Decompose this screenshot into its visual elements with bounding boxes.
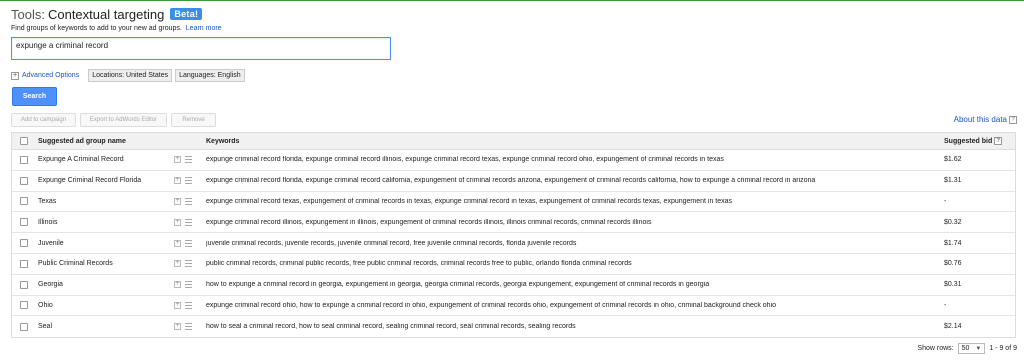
bid-cell: $1.62	[944, 156, 962, 164]
list-icon[interactable]	[185, 239, 192, 247]
expand-plus-icon[interactable]: +	[174, 197, 181, 205]
learn-more-link[interactable]: Learn more	[186, 25, 222, 32]
ad-group-name: Juvenile	[38, 239, 64, 247]
table-row: Expunge Criminal Record Florida + expunge …	[12, 171, 1015, 192]
bid-cell: -	[944, 197, 947, 205]
header-keywords: Keywords	[206, 137, 240, 145]
row-checkbox[interactable]	[20, 218, 28, 227]
header-name[interactable]: Suggested ad group name	[36, 138, 174, 145]
bid-cell: $0.32	[944, 218, 962, 226]
list-icon[interactable]	[185, 156, 192, 164]
row-checkbox[interactable]	[20, 280, 28, 289]
list-icon[interactable]	[185, 281, 192, 289]
pagination-footer: Show rows: 50 ▼ 1 - 9 of 9	[917, 343, 1017, 354]
row-checkbox[interactable]	[20, 322, 28, 331]
header-bid-label: Suggested bid	[944, 137, 993, 145]
ad-group-name: Public Criminal Records	[38, 260, 113, 268]
table-row: Public Criminal Records + public criminal …	[12, 254, 1015, 275]
row-checkbox[interactable]	[20, 259, 28, 268]
page-header: Tools: Contextual targeting Beta! Find g…	[11, 6, 222, 33]
keyword-search-input[interactable]: expunge a criminal record	[11, 37, 391, 60]
page-title: Contextual targeting	[47, 6, 165, 22]
bid-cell: $1.74	[944, 239, 962, 247]
results-table: Suggested ad group name Keywords Suggest…	[11, 132, 1016, 339]
ad-group-name: Ohio	[38, 301, 53, 309]
keywords-cell: expunge criminal record illinois, expung…	[206, 218, 652, 226]
expand-plus-icon[interactable]: +	[174, 156, 181, 164]
bid-cell: -	[944, 301, 947, 309]
row-checkbox[interactable]	[20, 301, 28, 310]
search-button[interactable]: Search	[12, 87, 57, 106]
row-checkbox[interactable]	[20, 155, 28, 164]
about-data[interactable]: About this data ?	[954, 115, 1017, 124]
expand-plus-icon[interactable]: +	[174, 239, 181, 247]
table-row: Georgia + how to expunge a criminal record…	[12, 275, 1015, 296]
chevron-down-icon: ▼	[975, 345, 982, 352]
ad-group-name: Seal	[38, 323, 53, 331]
list-icon[interactable]	[185, 301, 192, 309]
ad-group-name: Expunge Criminal Record Florida	[38, 177, 142, 185]
options-row: + Advanced Options Locations: United Sta…	[11, 69, 248, 82]
rows-value: 50	[961, 345, 970, 352]
list-icon[interactable]	[185, 323, 192, 331]
list-icon[interactable]	[185, 260, 192, 268]
table-row: Ohio + expunge criminal record ohio, how t…	[12, 296, 1015, 317]
language-chip[interactable]: Languages: English	[175, 69, 245, 82]
keywords-cell: expunge criminal record florida, expunge…	[206, 177, 816, 185]
header-bid: Suggested bid ?	[944, 137, 1015, 145]
show-rows-label: Show rows:	[917, 345, 954, 352]
table-row: Juvenile + juvenile criminal records, juve…	[12, 233, 1015, 254]
tools-prefix: Tools:	[11, 6, 45, 22]
remove-button[interactable]: Remove	[171, 113, 216, 127]
table-row: Expunge A Criminal Record + expunge crimin…	[12, 150, 1015, 171]
expand-plus-icon[interactable]: +	[174, 177, 181, 185]
row-checkbox[interactable]	[20, 239, 28, 248]
export-editor-button[interactable]: Export to AdWords Editor	[80, 113, 167, 127]
help-icon[interactable]: ?	[1009, 115, 1017, 124]
about-data-link[interactable]: About this data	[954, 115, 1007, 124]
subtitle-text: Find groups of keywords to add to your n…	[11, 25, 182, 32]
expand-plus-icon[interactable]: +	[174, 218, 181, 226]
keywords-cell: how to expunge a criminal record in geor…	[206, 281, 710, 289]
expand-plus-icon[interactable]: +	[174, 260, 181, 268]
rows-per-page-select[interactable]: 50 ▼	[957, 343, 986, 354]
ad-group-name: Texas	[38, 197, 57, 205]
page-range: 1 - 9 of 9	[989, 345, 1017, 352]
row-checkbox[interactable]	[20, 197, 28, 206]
add-to-campaign-button[interactable]: Add to campaign	[11, 113, 76, 127]
keywords-cell: juvenile criminal records, juvenile reco…	[206, 239, 577, 247]
expand-plus-icon[interactable]: +	[11, 71, 19, 80]
ad-group-name: Georgia	[38, 281, 63, 289]
action-toolbar: Add to campaign Export to AdWords Editor…	[11, 113, 220, 127]
expand-plus-icon[interactable]: +	[174, 301, 181, 309]
bid-cell: $0.76	[944, 260, 962, 268]
row-checkbox[interactable]	[20, 176, 28, 185]
bid-cell: $1.31	[944, 177, 962, 185]
list-icon[interactable]	[185, 197, 192, 205]
keywords-cell: how to seal a criminal record, how to se…	[206, 323, 576, 331]
bid-cell: $2.14	[944, 323, 962, 331]
expand-plus-icon[interactable]: +	[174, 281, 181, 289]
location-chip[interactable]: Locations: United States	[88, 69, 173, 82]
table-header: Suggested ad group name Keywords Suggest…	[12, 133, 1015, 150]
bid-cell: $0.31	[944, 281, 962, 289]
table-row: Seal + how to seal a criminal record, how …	[12, 316, 1015, 337]
expand-plus-icon[interactable]: +	[174, 323, 181, 331]
keywords-cell: expunge criminal record texas, expungeme…	[206, 197, 733, 205]
list-icon[interactable]	[185, 177, 192, 185]
ad-group-name: Expunge A Criminal Record	[38, 156, 124, 164]
advanced-options-link[interactable]: Advanced Options	[22, 72, 79, 79]
table-row: Texas + expunge criminal record texas, exp…	[12, 192, 1015, 213]
select-all-checkbox[interactable]	[20, 137, 28, 145]
keywords-cell: expunge criminal record ohio, how to exp…	[206, 301, 777, 309]
keywords-cell: expunge criminal record florida, expunge…	[206, 156, 724, 164]
bid-help-icon[interactable]: ?	[994, 137, 1003, 145]
subtitle: Find groups of keywords to add to your n…	[11, 25, 222, 32]
ad-group-name: Illinois	[38, 218, 58, 226]
keywords-cell: public criminal records, criminal public…	[206, 260, 632, 268]
list-icon[interactable]	[185, 218, 192, 226]
beta-badge: Beta!	[170, 8, 203, 20]
table-row: Illinois + expunge criminal record illinoi…	[12, 212, 1015, 234]
